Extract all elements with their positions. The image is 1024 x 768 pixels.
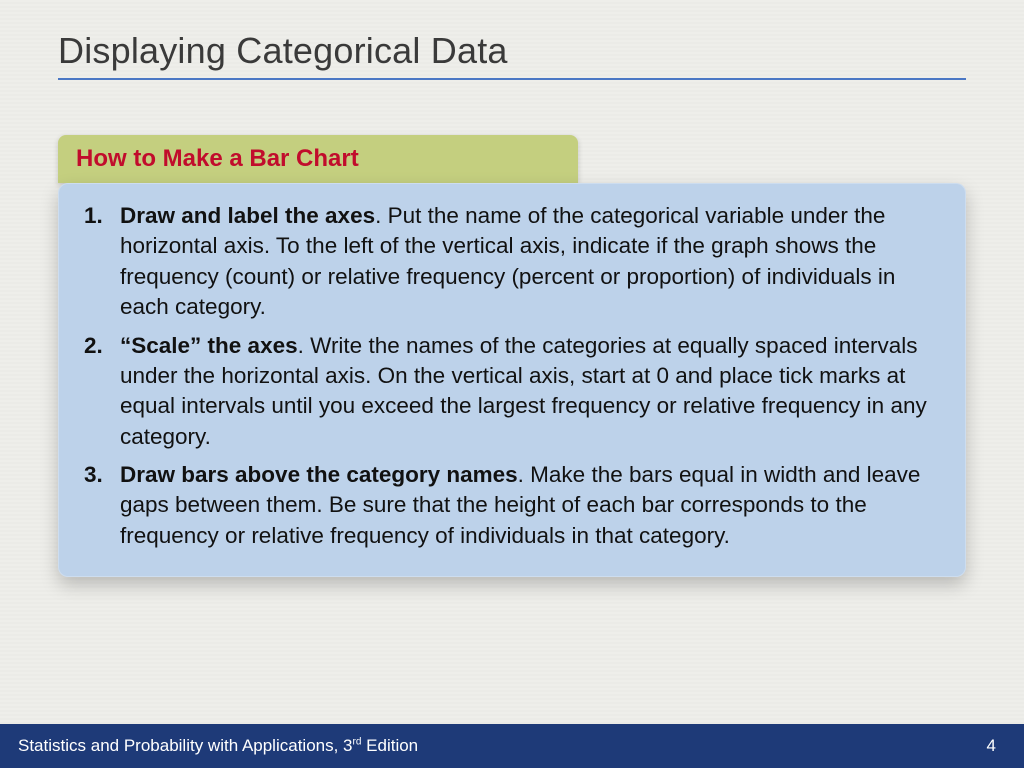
- footer-bar: Statistics and Probability with Applicat…: [0, 724, 1024, 768]
- footer-book-prefix: Statistics and Probability with Applicat…: [18, 736, 353, 755]
- title-underline: [58, 78, 966, 80]
- footer-book: Statistics and Probability with Applicat…: [18, 736, 418, 756]
- step-item: Draw bars above the category names. Make…: [84, 460, 940, 551]
- content-card: Draw and label the axes. Put the name of…: [58, 183, 966, 577]
- step-lead: Draw bars above the category names: [120, 462, 518, 487]
- footer-book-suffix: Edition: [361, 736, 418, 755]
- slide-title: Displaying Categorical Data: [58, 30, 966, 72]
- slide: Displaying Categorical Data How to Make …: [0, 0, 1024, 768]
- step-lead: Draw and label the axes: [120, 203, 375, 228]
- steps-list: Draw and label the axes. Put the name of…: [84, 201, 940, 551]
- callout-header-text: How to Make a Bar Chart: [76, 145, 359, 173]
- footer-page-number: 4: [987, 736, 996, 756]
- step-lead: “Scale” the axes: [120, 333, 298, 358]
- step-item: Draw and label the axes. Put the name of…: [84, 201, 940, 323]
- title-area: Displaying Categorical Data: [58, 30, 966, 80]
- step-item: “Scale” the axes. Write the names of the…: [84, 331, 940, 453]
- callout-header: How to Make a Bar Chart: [58, 135, 578, 183]
